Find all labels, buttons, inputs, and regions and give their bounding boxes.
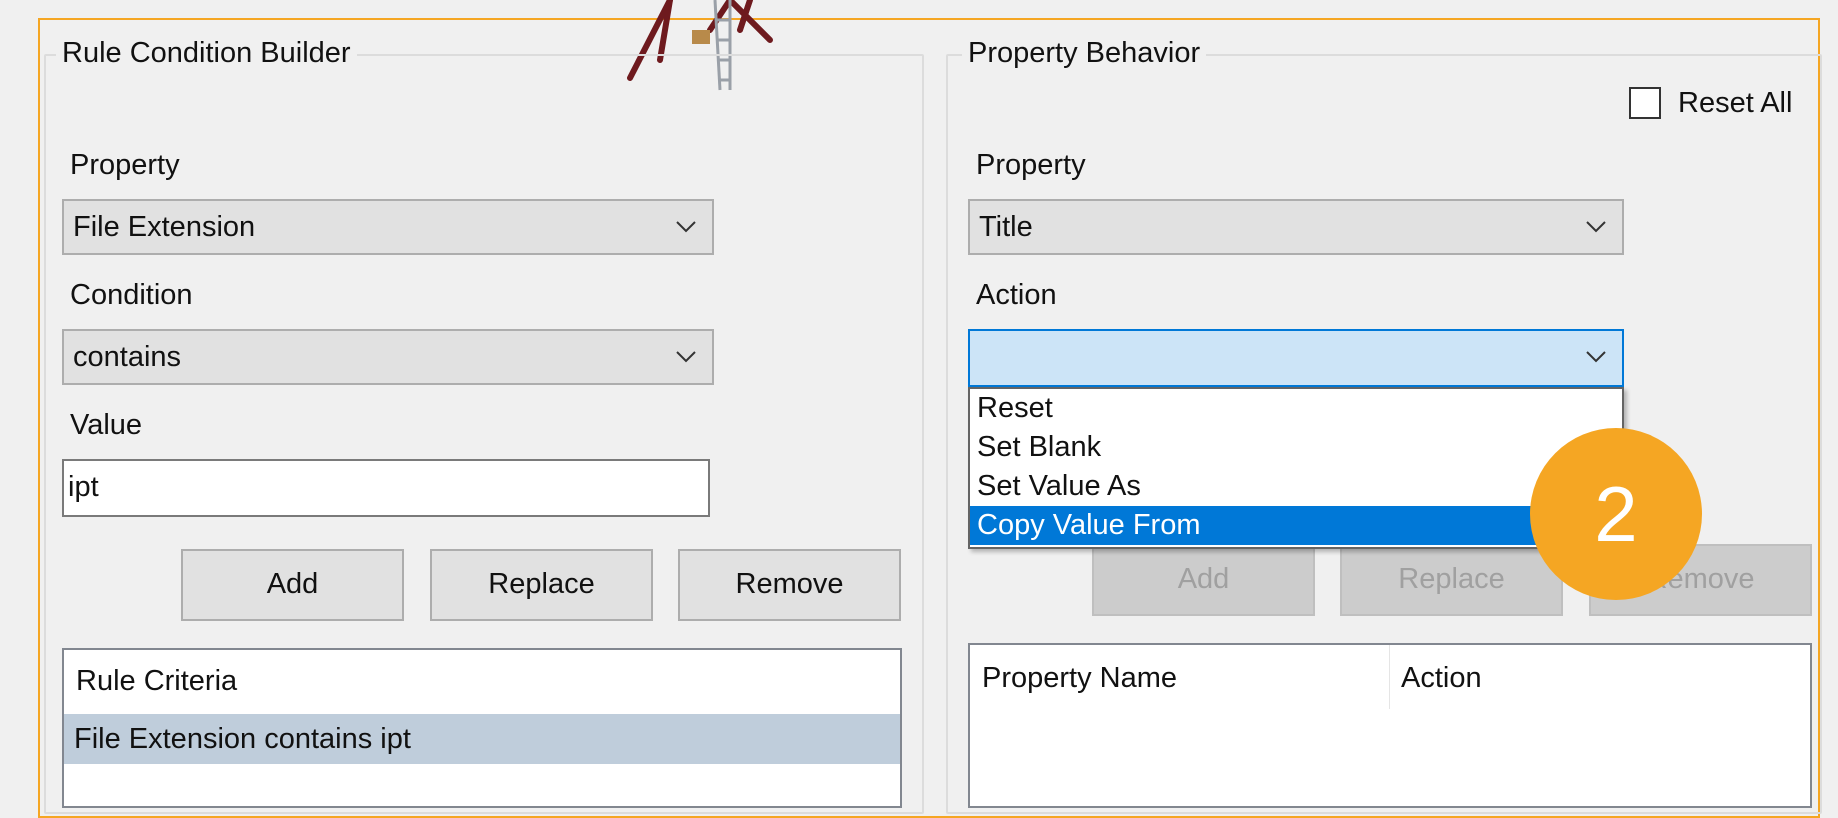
chevron-down-icon xyxy=(676,351,696,363)
right-action-label: Action xyxy=(976,279,1057,311)
right-property-label: Property xyxy=(976,149,1086,181)
left-remove-button[interactable]: Remove xyxy=(678,549,901,621)
action-option-set-blank[interactable]: Set Blank xyxy=(970,428,1622,467)
left-property-combo[interactable]: File Extension xyxy=(62,199,714,255)
left-value-input[interactable]: ipt xyxy=(62,459,710,517)
action-column-header[interactable]: Action xyxy=(1401,661,1482,695)
left-condition-label: Condition xyxy=(70,279,193,311)
step-badge: 2 xyxy=(1530,428,1702,600)
right-replace-button[interactable]: Replace xyxy=(1340,544,1563,616)
reset-all-label[interactable]: Reset All xyxy=(1678,86,1792,120)
left-add-button[interactable]: Add xyxy=(181,549,404,621)
rule-criteria-header: Rule Criteria xyxy=(76,665,238,697)
action-combo[interactable] xyxy=(968,329,1624,387)
right-add-button[interactable]: Add xyxy=(1092,544,1315,616)
reset-all-checkbox[interactable] xyxy=(1629,87,1661,119)
action-option-copy-value-from[interactable]: Copy Value From xyxy=(970,506,1622,545)
rule-criteria-list[interactable]: Rule Criteria File Extension contains ip… xyxy=(62,648,902,808)
chevron-down-icon xyxy=(676,221,696,233)
left-condition-value: contains xyxy=(73,341,182,373)
left-replace-button[interactable]: Replace xyxy=(430,549,653,621)
rule-condition-builder-title: Rule Condition Builder xyxy=(56,36,357,70)
chevron-down-icon xyxy=(1586,351,1606,363)
action-option-reset[interactable]: Reset xyxy=(970,389,1622,428)
property-behavior-title: Property Behavior xyxy=(962,36,1207,70)
right-property-combo[interactable]: Title xyxy=(968,199,1624,255)
left-value-label: Value xyxy=(70,409,143,441)
column-divider xyxy=(1389,645,1390,709)
left-condition-combo[interactable]: contains xyxy=(62,329,714,385)
action-dropdown-list[interactable]: Reset Set Blank Set Value As Copy Value … xyxy=(968,387,1624,549)
property-name-column-header[interactable]: Property Name xyxy=(982,661,1177,695)
action-option-set-value-as[interactable]: Set Value As xyxy=(970,467,1622,506)
property-behavior-list[interactable]: Property Name Action xyxy=(968,643,1812,808)
rule-criteria-row-text: File Extension contains ipt xyxy=(74,723,411,755)
right-property-value: Title xyxy=(979,211,1033,243)
left-property-value: File Extension xyxy=(73,211,256,243)
chevron-down-icon xyxy=(1586,221,1606,233)
left-property-label: Property xyxy=(70,149,180,181)
table-row[interactable]: File Extension contains ipt xyxy=(64,714,900,764)
